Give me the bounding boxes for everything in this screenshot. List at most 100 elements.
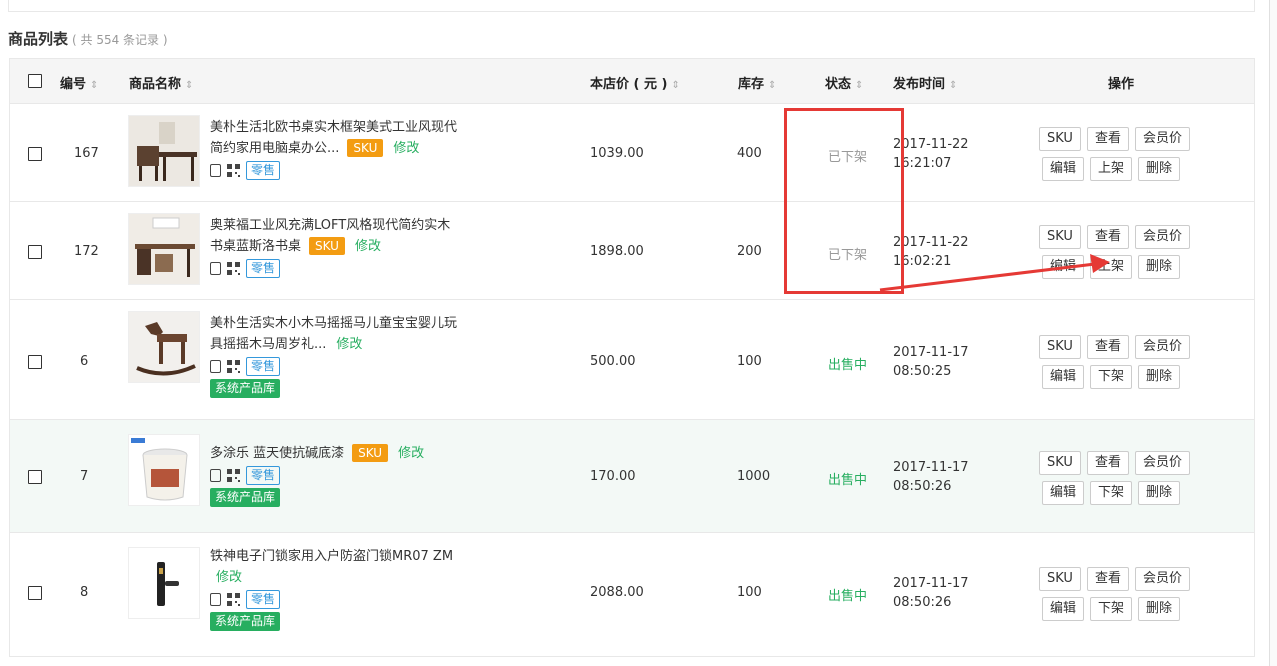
- sku-button[interactable]: SKU: [1039, 225, 1081, 249]
- delete-button[interactable]: 删除: [1138, 255, 1181, 279]
- view-button[interactable]: 查看: [1086, 567, 1129, 591]
- status-badge: 出售中: [828, 473, 868, 488]
- view-button[interactable]: 查看: [1086, 451, 1129, 475]
- product-name-line1[interactable]: 美朴生活实木小木马摇摇马儿童宝宝婴儿玩: [210, 313, 490, 334]
- list-toggle-button[interactable]: 上架: [1090, 255, 1133, 279]
- qrcode-icon[interactable]: [227, 469, 240, 482]
- delete-button[interactable]: 删除: [1138, 157, 1181, 181]
- row-checkbox[interactable]: [28, 586, 42, 600]
- desk-chair-image: [129, 116, 199, 186]
- retail-tag: 零售: [246, 590, 281, 609]
- sku-button[interactable]: SKU: [1039, 335, 1081, 359]
- row-actions: SKU 查看 会员价 编辑 下架 删除: [1036, 451, 1216, 511]
- header-price[interactable]: 本店价 ( 元 ) ⇕: [590, 73, 680, 92]
- sku-button[interactable]: SKU: [1039, 567, 1081, 591]
- edit-link[interactable]: 修改: [336, 337, 362, 352]
- row-actions: SKU 查看 会员价 编辑 上架 删除: [1036, 225, 1216, 285]
- product-name-block: 铁神电子门锁家用入户防盗门锁MR07 ZM 修改 零售 系统产品库: [210, 546, 490, 632]
- sku-button[interactable]: SKU: [1039, 127, 1081, 151]
- publish-date: 2017-11-22: [893, 235, 969, 250]
- product-image[interactable]: [128, 311, 200, 383]
- product-image[interactable]: [128, 213, 200, 285]
- row-actions: SKU 查看 会员价 编辑 上架 删除: [1036, 127, 1216, 187]
- view-button[interactable]: 查看: [1086, 127, 1129, 151]
- delete-button[interactable]: 删除: [1138, 481, 1181, 505]
- publish-date: 2017-11-17: [893, 345, 969, 360]
- sku-tag[interactable]: SKU: [352, 444, 389, 462]
- member-price-button[interactable]: 会员价: [1134, 451, 1190, 475]
- product-library-tag: 系统产品库: [210, 488, 281, 507]
- sku-tag[interactable]: SKU: [309, 237, 345, 255]
- header-time[interactable]: 发布时间 ⇕: [893, 73, 957, 92]
- header-name[interactable]: 商品名称 ⇕: [129, 73, 193, 92]
- product-name-line1[interactable]: 美朴生活北欧书桌实木框架美式工业风现代: [210, 117, 490, 138]
- row-actions: SKU 查看 会员价 编辑 下架 删除: [1036, 335, 1216, 395]
- qrcode-icon[interactable]: [227, 360, 240, 373]
- row-checkbox[interactable]: [28, 355, 42, 369]
- delete-button[interactable]: 删除: [1138, 365, 1181, 389]
- mobile-icon[interactable]: [210, 262, 221, 275]
- list-toggle-button[interactable]: 下架: [1090, 481, 1133, 505]
- select-all-checkbox[interactable]: [28, 74, 42, 88]
- member-price-button[interactable]: 会员价: [1134, 127, 1190, 151]
- product-price: 1039.00: [590, 146, 644, 161]
- row-checkbox[interactable]: [28, 470, 42, 484]
- edit-link[interactable]: 修改: [393, 141, 419, 156]
- qrcode-icon[interactable]: [227, 593, 240, 606]
- member-price-button[interactable]: 会员价: [1134, 335, 1190, 359]
- sort-icon: ⇕: [671, 80, 680, 91]
- edit-button[interactable]: 编辑: [1042, 255, 1085, 279]
- product-image[interactable]: [128, 115, 200, 187]
- product-name-line1[interactable]: 铁神电子门锁家用入户防盗门锁MR07 ZM: [210, 546, 490, 567]
- mobile-icon[interactable]: [210, 469, 221, 482]
- publish-clock: 08:50:26: [893, 595, 952, 610]
- rocking-horse-image: [129, 312, 199, 382]
- edit-button[interactable]: 编辑: [1042, 481, 1085, 505]
- header-id[interactable]: 编号 ⇕: [60, 73, 98, 92]
- publish-clock: 16:02:21: [893, 254, 952, 269]
- list-toggle-button[interactable]: 下架: [1090, 597, 1133, 621]
- publish-time: 2017-11-17 08:50:26: [893, 574, 969, 612]
- sku-tag[interactable]: SKU: [347, 139, 384, 157]
- header-ops: 操作: [1108, 77, 1135, 92]
- edit-link[interactable]: 修改: [398, 446, 424, 461]
- mobile-icon[interactable]: [210, 164, 221, 177]
- product-stock: 100: [737, 585, 762, 600]
- list-toggle-button[interactable]: 下架: [1090, 365, 1133, 389]
- edit-button[interactable]: 编辑: [1042, 157, 1085, 181]
- product-image[interactable]: [128, 434, 200, 506]
- list-toggle-button[interactable]: 上架: [1090, 157, 1133, 181]
- header-stock[interactable]: 库存 ⇕: [738, 73, 776, 92]
- product-image[interactable]: [128, 547, 200, 619]
- view-button[interactable]: 查看: [1086, 225, 1129, 249]
- product-name-line2[interactable]: 书桌蓝斯洛书桌: [210, 239, 301, 254]
- product-name-line2[interactable]: 简约家用电脑桌办公...: [210, 141, 339, 156]
- record-count: ( 共 554 条记录 ): [72, 33, 168, 47]
- header-status[interactable]: 状态 ⇕: [825, 73, 863, 92]
- row-checkbox[interactable]: [28, 245, 42, 259]
- member-price-button[interactable]: 会员价: [1134, 225, 1190, 249]
- edit-link[interactable]: 修改: [355, 239, 381, 254]
- row-checkbox[interactable]: [28, 147, 42, 161]
- mobile-icon[interactable]: [210, 593, 221, 606]
- publish-date: 2017-11-17: [893, 460, 969, 475]
- product-name-line1[interactable]: 奥莱福工业风充满LOFT风格现代简约实木: [210, 215, 490, 236]
- mobile-icon[interactable]: [210, 360, 221, 373]
- view-button[interactable]: 查看: [1086, 335, 1129, 359]
- edit-button[interactable]: 编辑: [1042, 597, 1085, 621]
- product-name-block: 奥莱福工业风充满LOFT风格现代简约实木 书桌蓝斯洛书桌 SKU 修改 零售: [210, 215, 490, 278]
- product-name-line1[interactable]: 多涂乐 蓝天使抗碱底漆: [210, 446, 344, 461]
- member-price-button[interactable]: 会员价: [1134, 567, 1190, 591]
- qrcode-icon[interactable]: [227, 262, 240, 275]
- product-price: 2088.00: [590, 585, 644, 600]
- scrollbar[interactable]: [1269, 0, 1277, 666]
- edit-button[interactable]: 编辑: [1042, 365, 1085, 389]
- qrcode-icon[interactable]: [227, 164, 240, 177]
- product-id: 172: [74, 244, 99, 259]
- product-name-line2[interactable]: 具摇摇木马周岁礼...: [210, 337, 326, 352]
- publish-date: 2017-11-17: [893, 576, 969, 591]
- sort-icon: ⇕: [90, 80, 99, 91]
- delete-button[interactable]: 删除: [1138, 597, 1181, 621]
- edit-link[interactable]: 修改: [216, 570, 242, 585]
- sku-button[interactable]: SKU: [1039, 451, 1081, 475]
